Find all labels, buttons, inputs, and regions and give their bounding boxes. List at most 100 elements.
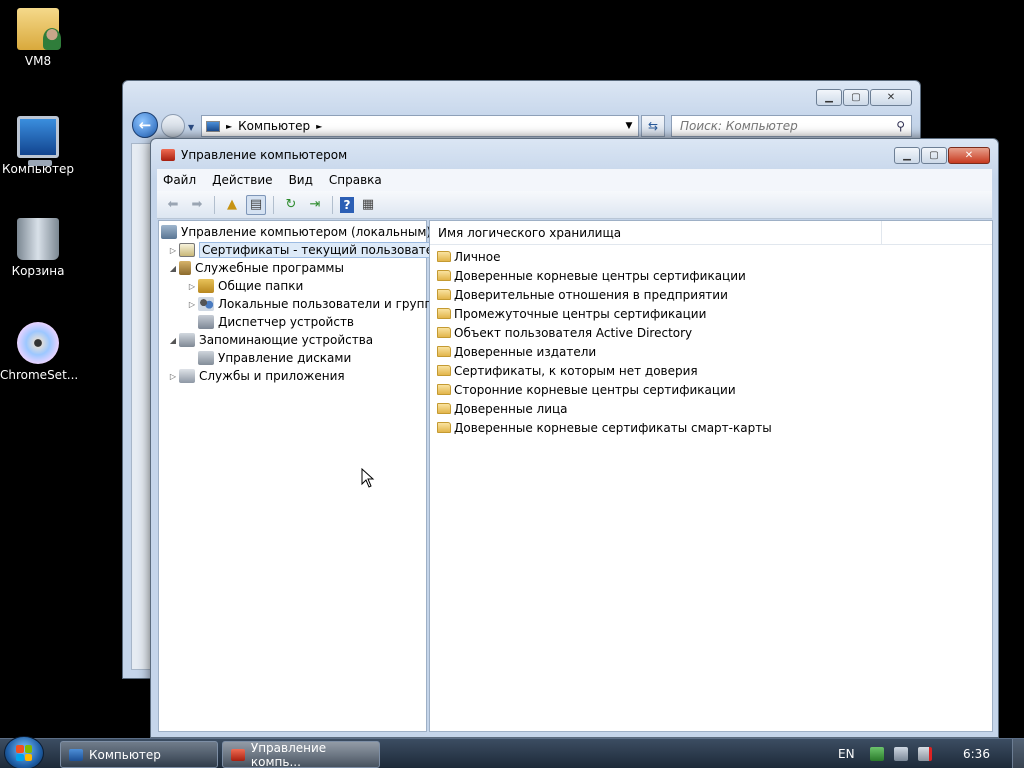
list-item[interactable]: Сторонние корневые центры сертификации [437, 380, 736, 399]
taskbar-button-computer-management[interactable]: Управление компь... [222, 741, 380, 768]
forward-button[interactable] [161, 114, 185, 138]
maximize-button[interactable]: ▢ [921, 147, 947, 164]
tree-item-label: Службы и приложения [199, 369, 345, 383]
show-hide-tree-icon[interactable]: ▤ [246, 194, 266, 215]
list-item[interactable]: Доверительные отношения в предприятии [437, 285, 728, 304]
tree-item-disk-management[interactable]: Управление дисками [198, 349, 351, 367]
up-folder-icon[interactable]: ▲ [222, 195, 242, 215]
search-icon[interactable]: ⚲ [896, 119, 905, 133]
close-button[interactable]: ✕ [870, 89, 912, 106]
forward-arrow-icon[interactable]: ➡ [187, 195, 207, 215]
desktop-icon-label: Корзина [11, 264, 65, 278]
toolbar-separator [332, 195, 333, 214]
list-item[interactable]: Доверенные лица [437, 399, 568, 418]
properties-icon[interactable]: ▦ [358, 195, 378, 215]
tree-item-label: Служебные программы [195, 261, 344, 275]
window-title: Управление компьютером [181, 148, 348, 162]
tree-item-certificates[interactable]: ▷ Сертификаты - текущий пользователь [167, 241, 451, 259]
folder-icon [437, 251, 451, 262]
refresh-icon[interactable]: ↻ [281, 195, 301, 215]
list-item[interactable]: Личное [437, 247, 500, 266]
computer-management-window[interactable]: Управление компьютером ▁ ▢ ✕ Файл Действ… [150, 138, 999, 738]
folder-icon [437, 346, 451, 357]
folder-icon [437, 403, 451, 414]
tree-item-label: Общие папки [218, 279, 304, 293]
export-list-icon[interactable]: ⇥ [305, 195, 325, 215]
list-item[interactable]: Объект пользователя Active Directory [437, 323, 692, 342]
store-name: Объект пользователя Active Directory [454, 325, 693, 340]
list-item[interactable]: Доверенные корневые сертификаты смарт-ка… [437, 418, 772, 437]
maximize-button[interactable]: ▢ [843, 89, 869, 106]
desktop-icon-label: ChromeSet... [0, 368, 79, 382]
menu-action[interactable]: Действие [212, 173, 272, 187]
toolbar-separator [273, 195, 274, 214]
show-desktop-button[interactable] [1012, 739, 1024, 768]
breadcrumb-arrow-icon[interactable]: ► [226, 122, 232, 131]
action-center-icon[interactable] [870, 747, 884, 761]
tree-item-local-users[interactable]: ▷ Локальные пользователи и группы [186, 295, 442, 313]
store-name: Промежуточные центры сертификации [454, 306, 707, 321]
language-indicator[interactable]: EN [838, 739, 855, 768]
store-name: Доверенные лица [454, 401, 568, 416]
tree-item-label: Сертификаты - текущий пользователь [199, 242, 451, 258]
taskbar: Компьютер Управление компь... EN 6:36 [0, 736, 1024, 768]
clock[interactable]: 6:36 [963, 739, 990, 768]
desktop-icon-computer[interactable]: Компьютер [0, 116, 76, 176]
tree-item-device-manager[interactable]: Диспетчер устройств [198, 313, 354, 331]
tree-item-shared-folders[interactable]: ▷ Общие папки [186, 277, 303, 295]
volume-muted-icon[interactable] [918, 747, 932, 761]
start-button[interactable] [4, 736, 44, 768]
expand-arrow-icon[interactable]: ▷ [186, 282, 198, 291]
column-header: Имя логического хранилища [430, 221, 992, 245]
help-icon[interactable]: ? [340, 196, 354, 213]
back-button[interactable]: ← [132, 112, 158, 138]
refresh-button[interactable]: ⇆ [641, 115, 665, 137]
tree-item-label: Управление дисками [218, 351, 352, 365]
menu-bar: Файл Действие Вид Справка [157, 169, 992, 191]
list-item[interactable]: Доверенные издатели [437, 342, 596, 361]
folder-icon [437, 327, 451, 338]
list-item[interactable]: Доверенные корневые центры сертификации [437, 266, 746, 285]
breadcrumb-arrow-icon[interactable]: ► [316, 122, 322, 131]
expand-arrow-icon[interactable]: ▷ [186, 300, 198, 309]
history-dropdown-icon[interactable]: ▼ [188, 123, 194, 132]
taskbar-button-computer[interactable]: Компьютер [60, 741, 218, 768]
list-item[interactable]: Сертификаты, к которым нет доверия [437, 361, 698, 380]
window-title-bar: Управление компьютером [161, 148, 347, 162]
desktop-icon-vm8[interactable]: VM8 [0, 8, 76, 68]
folder-icon [437, 384, 451, 395]
menu-view[interactable]: Вид [289, 173, 313, 187]
minimize-button[interactable]: ▁ [816, 89, 842, 106]
search-input[interactable]: Поиск: Компьютер ⚲ [671, 115, 912, 137]
store-name: Доверенные издатели [454, 344, 597, 359]
collapse-arrow-icon[interactable]: ◢ [167, 336, 179, 345]
tree-item-services-apps[interactable]: ▷ Службы и приложения [167, 367, 345, 385]
menu-file[interactable]: Файл [163, 173, 196, 187]
store-name: Доверенные корневые центры сертификации [454, 268, 746, 283]
desktop-icon-recycle-bin[interactable]: Корзина [0, 218, 76, 278]
list-item[interactable]: Промежуточные центры сертификации [437, 304, 706, 323]
minimize-button[interactable]: ▁ [894, 147, 920, 164]
storage-icon [179, 333, 195, 347]
collapse-arrow-icon[interactable]: ◢ [167, 264, 179, 273]
expand-arrow-icon[interactable]: ▷ [167, 372, 179, 381]
folder-icon [437, 289, 451, 300]
address-bar[interactable]: ► Компьютер ► ▼ [201, 115, 639, 137]
back-arrow-icon[interactable]: ⬅ [163, 195, 183, 215]
address-dropdown-icon[interactable]: ▼ [620, 121, 638, 131]
tree-item-storage[interactable]: ◢ Запоминающие устройства [167, 331, 373, 349]
tree-item-system-tools[interactable]: ◢ Служебные программы [167, 259, 344, 277]
users-groups-icon [198, 297, 214, 311]
explorer-nav-strip [132, 144, 152, 669]
column-header-name[interactable]: Имя логического хранилища [430, 221, 882, 244]
desktop-icon-chromesetup[interactable]: ChromeSet... [0, 322, 79, 382]
expand-arrow-icon[interactable]: ▷ [167, 246, 179, 255]
store-name: Доверенные корневые сертификаты смарт-ка… [454, 420, 772, 435]
network-icon[interactable] [894, 747, 908, 761]
tree-item-computer-management[interactable]: Управление компьютером (локальным) [161, 223, 431, 241]
menu-help[interactable]: Справка [329, 173, 382, 187]
disk-management-icon [198, 351, 214, 365]
device-manager-icon [198, 315, 214, 329]
taskbar-button-label: Управление компь... [250, 740, 327, 768]
close-button[interactable]: ✕ [948, 147, 990, 164]
